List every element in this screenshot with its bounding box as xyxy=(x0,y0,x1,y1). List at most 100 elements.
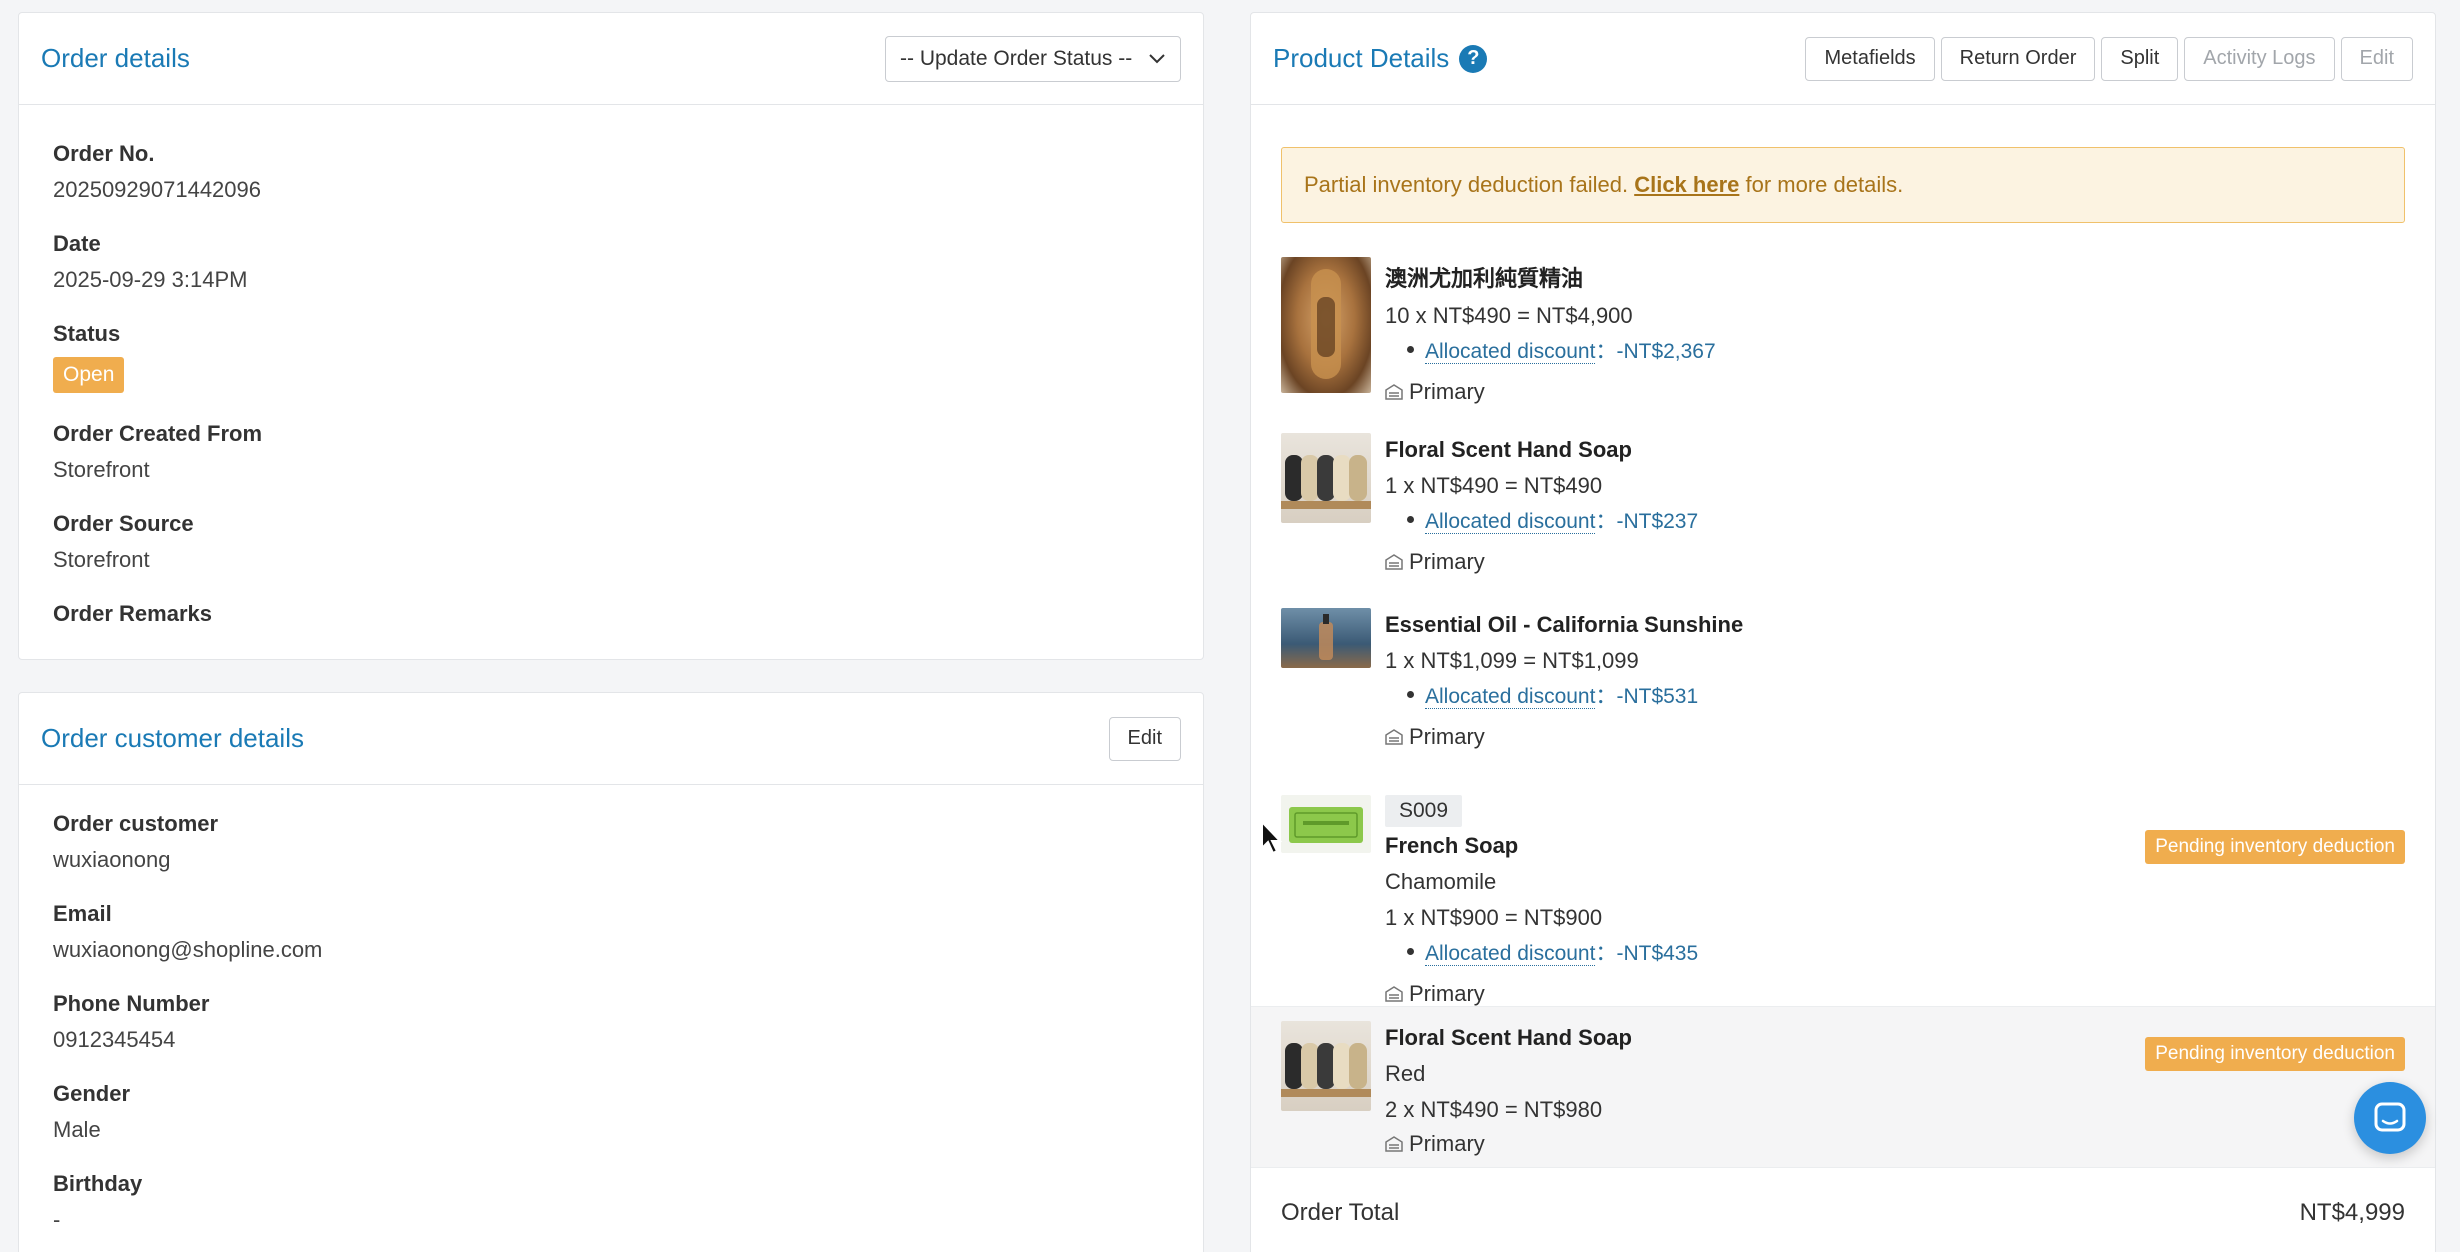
order-details-panel: Order details -- Update Order Status -- … xyxy=(18,12,1204,660)
allocated-discount-label[interactable]: Allocated discount xyxy=(1425,685,1596,709)
status-label: Status xyxy=(53,321,121,346)
allocated-discount-value: ：-NT$237 xyxy=(1595,510,1699,533)
warehouse-name: Primary xyxy=(1409,379,1485,404)
chevron-down-icon xyxy=(1149,53,1165,63)
status-field: Status Open xyxy=(53,321,1169,393)
customer-details-header: Order customer details Edit xyxy=(19,693,1203,785)
product-details-panel: Product Details ? Metafields Return Orde… xyxy=(1250,12,2436,1252)
allocated-discount-label[interactable]: Allocated discount xyxy=(1425,942,1596,966)
warehouse-row: Primary xyxy=(1385,549,2405,575)
essential-oil-image xyxy=(1319,614,1333,660)
order-total-label: Order Total xyxy=(1281,1199,1400,1226)
date-label: Date xyxy=(53,231,101,256)
product-item: Essential Oil - California Sunshine 1 x … xyxy=(1281,608,2405,758)
product-price-line: 1 x NT$490 = NT$490 xyxy=(1385,473,1603,498)
customer-value: wuxiaonong xyxy=(53,847,171,872)
status-badge: Open xyxy=(53,357,125,393)
order-details-body: Order No. 20250929071442096 Date 2025-09… xyxy=(19,105,1203,627)
product-item: S009 French Soap Chamomile 1 x NT$900 = … xyxy=(1281,783,2405,1006)
gender-label: Gender xyxy=(53,1081,131,1106)
warehouse-icon xyxy=(1385,554,1403,570)
email-value: wuxiaonong@shopline.com xyxy=(53,937,323,962)
order-details-header: Order details -- Update Order Status -- xyxy=(19,13,1203,105)
allocated-discount-label[interactable]: Allocated discount xyxy=(1425,510,1596,534)
order-total-row: Order Total NT$4,999 xyxy=(1281,1199,2405,1227)
order-no-field: Order No. 20250929071442096 xyxy=(53,141,1169,203)
birthday-field: Birthday - xyxy=(53,1171,1169,1233)
metafields-button[interactable]: Metafields xyxy=(1805,36,1935,81)
soap-image xyxy=(1281,455,1371,509)
product-name: 澳洲尤加利純質精油 xyxy=(1385,266,1584,291)
product-thumbnail[interactable] xyxy=(1281,1021,1371,1111)
return-order-button[interactable]: Return Order xyxy=(1940,36,2096,81)
product-price-line: 1 x NT$900 = NT$900 xyxy=(1385,905,1603,930)
soap-image xyxy=(1281,1043,1371,1097)
product-edit-button[interactable]: Edit xyxy=(2340,36,2413,81)
customer-field: Order customer wuxiaonong xyxy=(53,811,1169,873)
email-label: Email xyxy=(53,901,112,926)
customer-details-title: Order customer details xyxy=(41,723,304,753)
allocated-discount: Allocated discount：-NT$2,367 xyxy=(1385,335,2405,365)
order-source-field: Order Source Storefront xyxy=(53,511,1169,573)
order-no-label: Order No. xyxy=(53,141,155,166)
inventory-alert: Partial inventory deduction failed. Clic… xyxy=(1281,147,2405,223)
allocated-discount: Allocated discount：-NT$237 xyxy=(1385,505,2405,535)
created-from-label: Order Created From xyxy=(53,421,263,446)
product-item: Floral Scent Hand Soap Red 2 x NT$490 = … xyxy=(1281,1021,2405,1161)
product-price-line: 10 x NT$490 = NT$4,900 xyxy=(1385,303,1633,328)
phone-label: Phone Number xyxy=(53,991,210,1016)
product-name: Floral Scent Hand Soap xyxy=(1385,437,1632,462)
allocated-discount: Allocated discount：-NT$531 xyxy=(1385,680,2405,710)
product-thumbnail[interactable] xyxy=(1281,795,1371,853)
created-from-field: Order Created From Storefront xyxy=(53,421,1169,483)
alert-text-before: Partial inventory deduction failed. xyxy=(1304,172,1635,197)
warehouse-name: Primary xyxy=(1409,724,1485,749)
gender-field: Gender Male xyxy=(53,1081,1169,1143)
product-toolbar: Metafields Return Order Split Activity L… xyxy=(1805,36,2413,81)
product-thumbnail[interactable] xyxy=(1281,608,1371,668)
customer-details-panel: Order customer details Edit Order custom… xyxy=(18,692,1204,1252)
alert-click-here-link[interactable]: Click here xyxy=(1634,172,1739,198)
update-order-status-label: -- Update Order Status -- xyxy=(900,46,1133,70)
product-price-line: 1 x NT$1,099 = NT$1,099 xyxy=(1385,648,1639,673)
created-from-value: Storefront xyxy=(53,457,150,482)
customer-edit-button[interactable]: Edit xyxy=(1108,716,1181,761)
activity-logs-button[interactable]: Activity Logs xyxy=(2184,36,2335,81)
order-remarks-label: Order Remarks xyxy=(53,601,212,626)
warehouse-icon xyxy=(1385,1136,1403,1152)
product-price-line: 2 x NT$490 = NT$980 xyxy=(1385,1097,1603,1122)
split-button[interactable]: Split xyxy=(2101,36,2179,81)
allocated-discount-label[interactable]: Allocated discount xyxy=(1425,340,1596,364)
mouse-cursor-icon xyxy=(1261,820,1283,855)
birthday-value: - xyxy=(53,1207,61,1232)
date-value: 2025-09-29 3:14PM xyxy=(53,267,248,292)
help-icon[interactable]: ? xyxy=(1459,44,1488,73)
product-details-title-group: Product Details ? xyxy=(1273,43,1488,74)
pending-inventory-badge: Pending inventory deduction xyxy=(2145,830,2405,864)
pending-inventory-badge: Pending inventory deduction xyxy=(2145,1037,2405,1071)
phone-value: 0912345454 xyxy=(53,1027,176,1052)
update-order-status-select[interactable]: -- Update Order Status -- xyxy=(885,35,1181,82)
email-field: Email wuxiaonong@shopline.com xyxy=(53,901,1169,963)
product-body: Floral Scent Hand Soap 1 x NT$490 = NT$4… xyxy=(1385,437,2405,575)
warehouse-row: Primary xyxy=(1385,981,2405,1007)
phone-field: Phone Number 0912345454 xyxy=(53,991,1169,1053)
warehouse-row: Primary xyxy=(1385,379,2405,405)
warehouse-icon xyxy=(1385,384,1403,400)
product-thumbnail[interactable] xyxy=(1281,433,1371,523)
product-body: S009 French Soap Chamomile 1 x NT$900 = … xyxy=(1385,795,2405,1007)
product-body: Essential Oil - California Sunshine 1 x … xyxy=(1385,612,2405,750)
customer-details-body: Order customer wuxiaonong Email wuxiaono… xyxy=(19,785,1203,1233)
allocated-discount: Allocated discount：-NT$435 xyxy=(1385,937,2405,967)
allocated-discount-value: ：-NT$2,367 xyxy=(1595,340,1716,363)
gender-value: Male xyxy=(53,1117,101,1142)
product-thumbnail[interactable] xyxy=(1281,257,1371,393)
product-body: 澳洲尤加利純質精油 10 x NT$490 = NT$4,900 Allocat… xyxy=(1385,261,2405,405)
allocated-discount-value: ：-NT$531 xyxy=(1595,685,1699,708)
product-item: 澳洲尤加利純質精油 10 x NT$490 = NT$4,900 Allocat… xyxy=(1281,257,2405,407)
warehouse-name: Primary xyxy=(1409,549,1485,574)
product-details-title: Product Details xyxy=(1273,43,1450,73)
chat-launcher-button[interactable] xyxy=(2354,1082,2426,1154)
order-details-title: Order details xyxy=(41,43,190,73)
alert-text-after: for more details. xyxy=(1739,172,1904,197)
